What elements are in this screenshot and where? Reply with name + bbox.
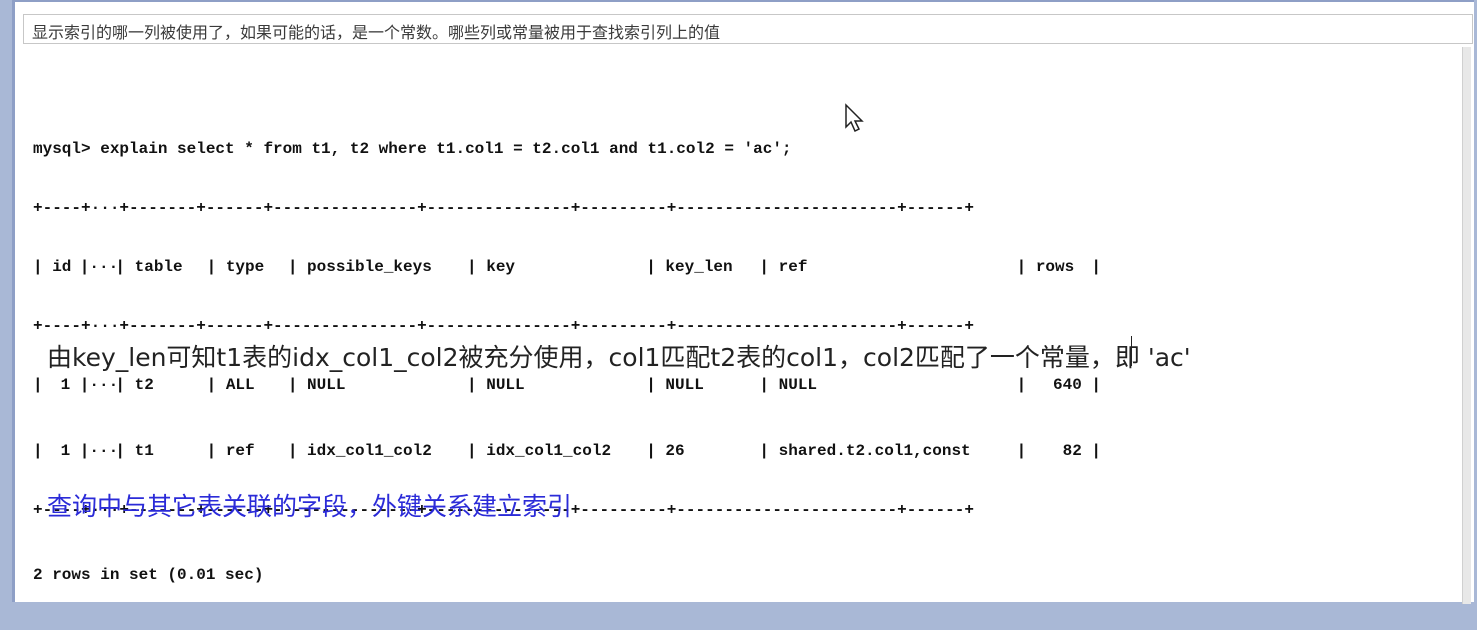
header-table: table (134, 258, 183, 276)
cell-table: t1 (134, 442, 154, 460)
cell-id: 1 (60, 376, 71, 394)
header-type: type (225, 258, 265, 276)
note-header: 显示索引的哪一列被使用了，如果可能的话，是一个常数。哪些列或常量被用于查找索引列… (23, 14, 1473, 44)
header-possible-keys: possible_keys (307, 258, 432, 276)
vertical-scrollbar[interactable] (1462, 47, 1471, 604)
document-frame: 显示索引的哪一列被使用了，如果可能的话，是一个常数。哪些列或常量被用于查找索引列… (12, 0, 1474, 604)
cell-key: idx_col1_col2 (486, 442, 612, 460)
header-id: id (52, 258, 72, 276)
header-ref: ref (778, 258, 808, 276)
header-key: key (486, 258, 516, 276)
table-border-middle: +----+···+-------+------+---------------… (33, 317, 974, 335)
cell-type: ALL (225, 376, 255, 394)
cell-table: t2 (134, 376, 154, 394)
cell-rows: 640 (1053, 376, 1082, 394)
mouse-pointer-icon (845, 103, 864, 133)
cell-type: ref (225, 442, 255, 460)
index-suggestion: 查询中与其它表关联的字段，外键关系建立索引 (47, 492, 573, 521)
cell-id: 1 (60, 442, 71, 460)
result-summary: 2 rows in set (0.01 sec) (33, 566, 264, 584)
table-row: | 1 |···| t2 | ALL | NULL | NULL | NULL | NUL… (33, 376, 1102, 394)
cell-possible-keys: NULL (307, 376, 346, 394)
sql-command: mysql> explain select * from t1, t2 wher… (33, 140, 792, 158)
cell-ellipsis: ··· (89, 442, 119, 460)
cell-key-len: 26 (665, 442, 685, 460)
table-border-top: +----+···+-------+------+---------------… (33, 199, 974, 217)
key-length-explanation: 由key_len可知t1表的idx_col1_col2被充分使用，col1匹配t… (47, 343, 1191, 372)
cell-ref: NULL (778, 376, 818, 394)
table-row: | 1 |···| t1 | ref | idx_col1_col2 | idx_co… (33, 442, 1102, 460)
header-rows: rows (1035, 258, 1075, 276)
header-text: 显示索引的哪一列被使用了，如果可能的话，是一个常数。哪些列或常量被用于查找索引列… (32, 23, 721, 42)
text-cursor (1131, 336, 1132, 366)
cell-possible-keys: idx_col1_col2 (307, 442, 432, 460)
cell-key: NULL (486, 376, 525, 394)
cell-key-len: NULL (665, 376, 704, 394)
cell-ellipsis: ··· (89, 376, 119, 394)
header-key-len: key_len (665, 258, 733, 276)
cell-ref: shared.t2.col1,const (778, 442, 971, 460)
table-header-row: | id |···| table | type | possible_keys | k… (33, 258, 1102, 276)
cell-rows: 82 (1062, 442, 1082, 460)
header-ellipsis: ··· (89, 258, 119, 276)
